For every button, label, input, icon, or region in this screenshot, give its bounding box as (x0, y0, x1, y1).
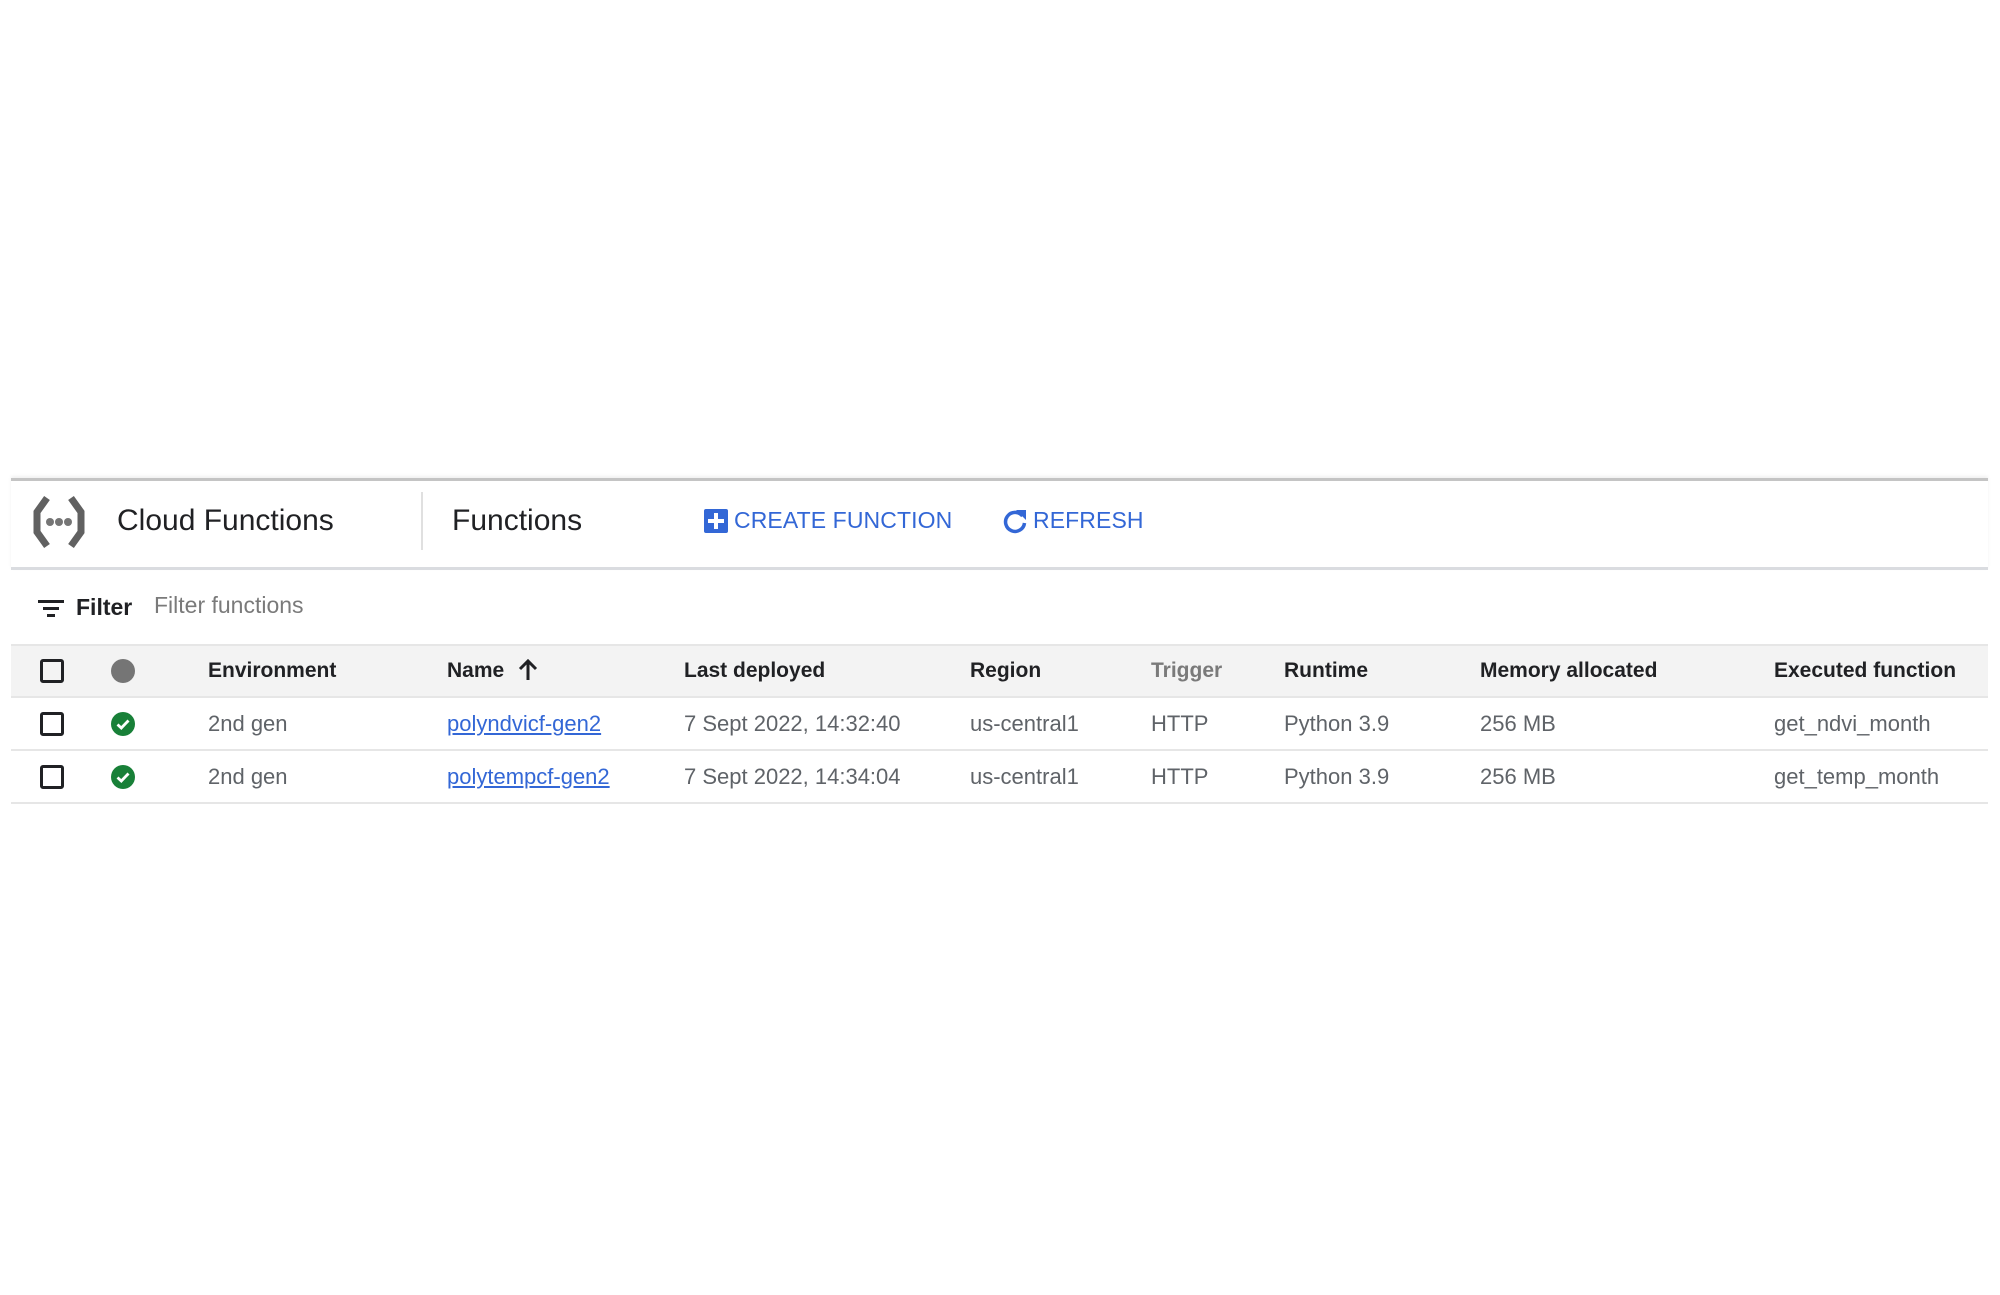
column-header-last-deployed[interactable]: Last deployed (684, 645, 970, 697)
runtime-cell: Python 3.9 (1284, 763, 1390, 789)
select-all-cell (11, 645, 111, 697)
functions-table: Environment Name Last deployed Region Tr… (11, 644, 1988, 804)
column-header-environment[interactable]: Environment (208, 645, 447, 697)
last-deployed-cell: 7 Sept 2022, 14:34:04 (684, 763, 901, 789)
region-cell: us-central1 (970, 763, 1079, 789)
status-cell (111, 750, 208, 803)
row-select-cell (11, 697, 111, 750)
memory-cell: 256 MB (1480, 763, 1556, 789)
select-all-checkbox[interactable] (40, 659, 64, 683)
table-row: 2nd gen polytempcf-gen2 7 Sept 2022, 14:… (11, 750, 1988, 803)
page-title: Functions (452, 504, 583, 537)
trigger-cell: HTTP (1151, 763, 1209, 789)
function-name-link[interactable]: polyndvicf-gen2 (447, 711, 601, 736)
create-function-button[interactable]: CREATE FUNCTION (703, 507, 952, 534)
header-divider (421, 492, 423, 550)
status-header (111, 645, 208, 697)
filter-label[interactable]: Filter (76, 594, 132, 621)
cloud-functions-panel: Cloud Functions Functions CREATE FUNCTIO… (11, 478, 1988, 804)
table-header-row: Environment Name Last deployed Region Tr… (11, 645, 1988, 697)
runtime-cell: Python 3.9 (1284, 710, 1390, 736)
column-header-memory-allocated[interactable]: Memory allocated (1480, 645, 1774, 697)
column-header-runtime[interactable]: Runtime (1284, 645, 1480, 697)
create-function-label: CREATE FUNCTION (734, 507, 953, 533)
name-cell: polyndvicf-gen2 (447, 697, 684, 750)
refresh-icon (1003, 509, 1027, 533)
row-checkbox[interactable] (40, 711, 64, 736)
status-cell (111, 697, 208, 750)
refresh-button[interactable]: REFRESH (1002, 507, 1144, 534)
check-circle-icon (111, 764, 135, 789)
top-bar: Cloud Functions Functions CREATE FUNCTIO… (11, 478, 1988, 570)
executed-function-cell: get_ndvi_month (1774, 710, 1931, 736)
add-box-icon (704, 508, 728, 533)
filter-bar: Filter (11, 570, 1988, 644)
environment-cell: 2nd gen (208, 763, 288, 789)
table-row: 2nd gen polyndvicf-gen2 7 Sept 2022, 14:… (11, 697, 1988, 750)
sort-ascending-arrow-icon[interactable] (518, 659, 538, 681)
column-header-region[interactable]: Region (970, 645, 1151, 697)
memory-cell: 256 MB (1480, 710, 1556, 736)
refresh-label: REFRESH (1033, 507, 1144, 533)
name-cell: polytempcf-gen2 (447, 750, 684, 803)
column-header-name-label: Name (447, 659, 505, 682)
column-header-name[interactable]: Name (447, 645, 684, 697)
check-circle-icon (111, 711, 135, 736)
executed-function-cell: get_temp_month (1774, 763, 1940, 789)
column-header-trigger: Trigger (1151, 659, 1223, 682)
filter-list-icon[interactable] (38, 600, 64, 618)
column-header-executed-function[interactable]: Executed function (1774, 645, 1988, 697)
filter-input[interactable] (154, 590, 654, 621)
trigger-cell: HTTP (1151, 710, 1209, 736)
last-deployed-cell: 7 Sept 2022, 14:32:40 (684, 710, 901, 736)
row-checkbox[interactable] (40, 764, 64, 789)
status-header-icon (111, 659, 135, 683)
region-cell: us-central1 (970, 710, 1079, 736)
environment-cell: 2nd gen (208, 710, 288, 736)
row-select-cell (11, 750, 111, 803)
function-name-link[interactable]: polytempcf-gen2 (447, 764, 610, 789)
cloud-functions-logo-icon (33, 495, 85, 549)
product-title: Cloud Functions (117, 504, 334, 537)
